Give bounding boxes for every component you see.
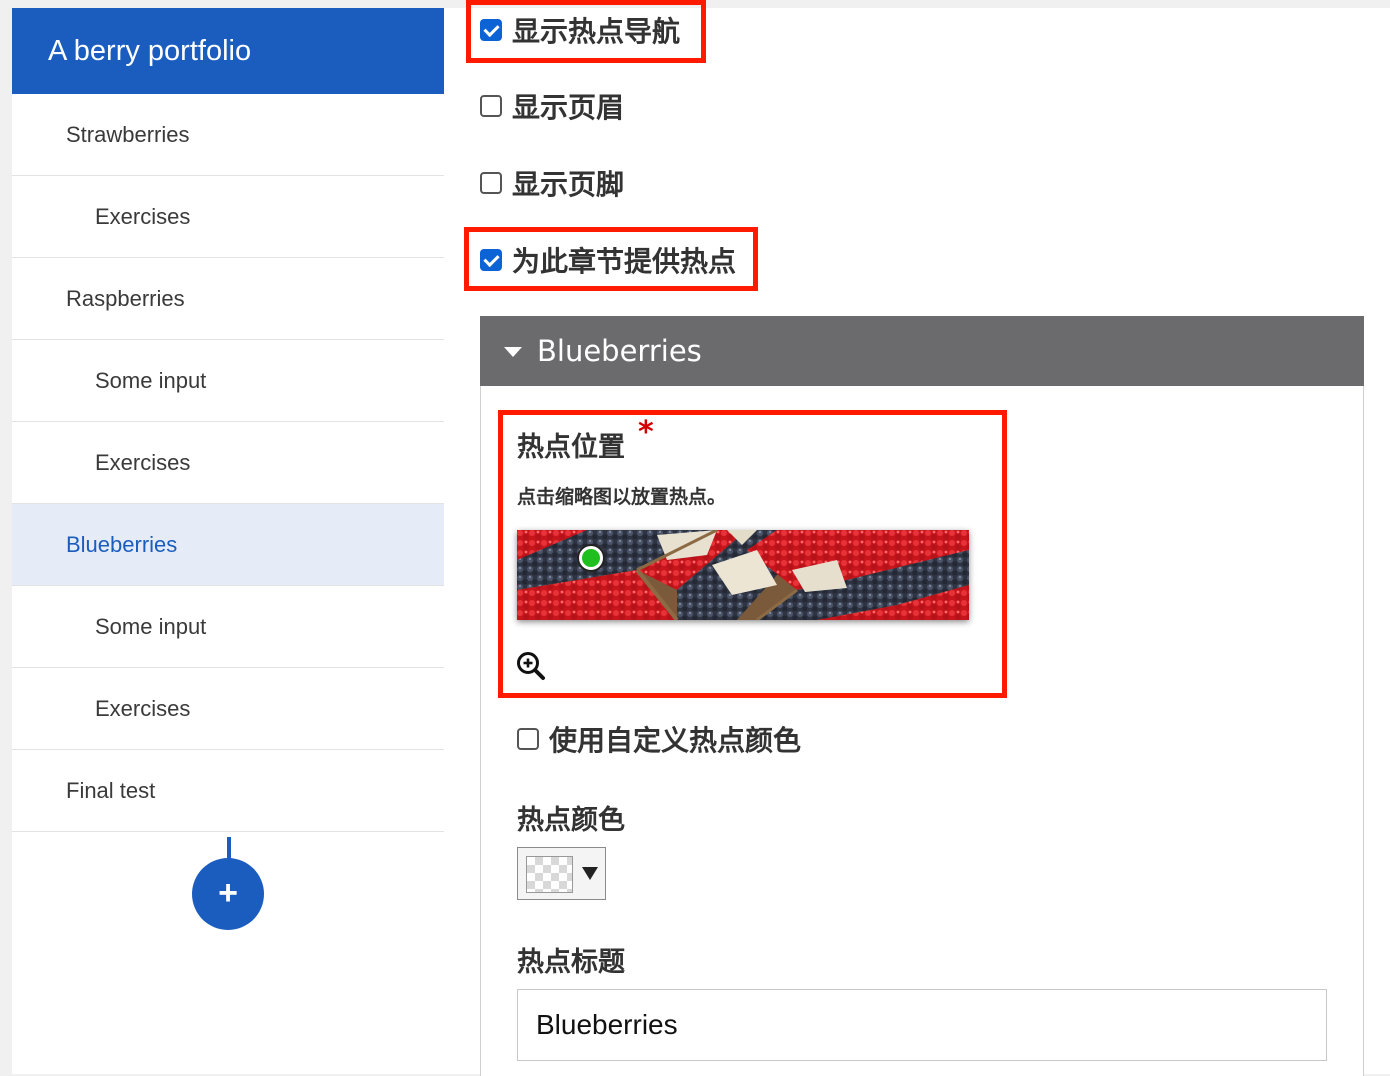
show-header-checkbox[interactable] — [480, 95, 502, 117]
add-chapter-button[interactable]: + — [192, 858, 264, 930]
sidebar-item-exercises[interactable]: Exercises — [12, 668, 444, 750]
show-footer-checkbox[interactable] — [480, 172, 502, 194]
portfolio-title: A berry portfolio — [12, 8, 444, 94]
hotspot-title-label: 热点标题 — [517, 947, 625, 978]
dropdown-arrow-icon — [582, 867, 598, 880]
sidebar-item-some-input[interactable]: Some input — [12, 586, 444, 668]
highlight-box — [466, 0, 706, 63]
sidebar: A berry portfolio Strawberries Exercises… — [12, 8, 444, 1074]
show-footer-label: 显示页脚 — [512, 168, 625, 201]
sidebar-item-strawberries[interactable]: Strawberries — [12, 94, 444, 176]
show-header-option: 显示页眉 — [480, 86, 624, 126]
sidebar-item-exercises[interactable]: Exercises — [12, 422, 444, 504]
hotspot-title-input[interactable] — [517, 989, 1327, 1061]
hotspot-color-picker[interactable] — [517, 847, 606, 900]
sidebar-item-exercises[interactable]: Exercises — [12, 176, 444, 258]
custom-color-checkbox[interactable] — [517, 728, 539, 750]
custom-color-label: 使用自定义热点颜色 — [549, 724, 802, 757]
sidebar-item-some-input[interactable]: Some input — [12, 340, 444, 422]
show-header-label: 显示页眉 — [512, 91, 625, 124]
highlight-box — [464, 227, 758, 291]
hotspot-color-label: 热点颜色 — [517, 805, 625, 836]
sidebar-item-final-test[interactable]: Final test — [12, 750, 444, 832]
section-title: Blueberries — [537, 334, 702, 368]
sidebar-item-blueberries[interactable]: Blueberries — [12, 504, 444, 586]
transparent-swatch-icon — [526, 856, 573, 893]
section-header[interactable]: Blueberries — [480, 316, 1364, 386]
caret-down-icon — [504, 347, 522, 357]
sidebar-item-raspberries[interactable]: Raspberries — [12, 258, 444, 340]
show-footer-option: 显示页脚 — [480, 163, 624, 203]
custom-color-option: 使用自定义热点颜色 — [517, 719, 801, 759]
highlight-box — [498, 410, 1007, 698]
